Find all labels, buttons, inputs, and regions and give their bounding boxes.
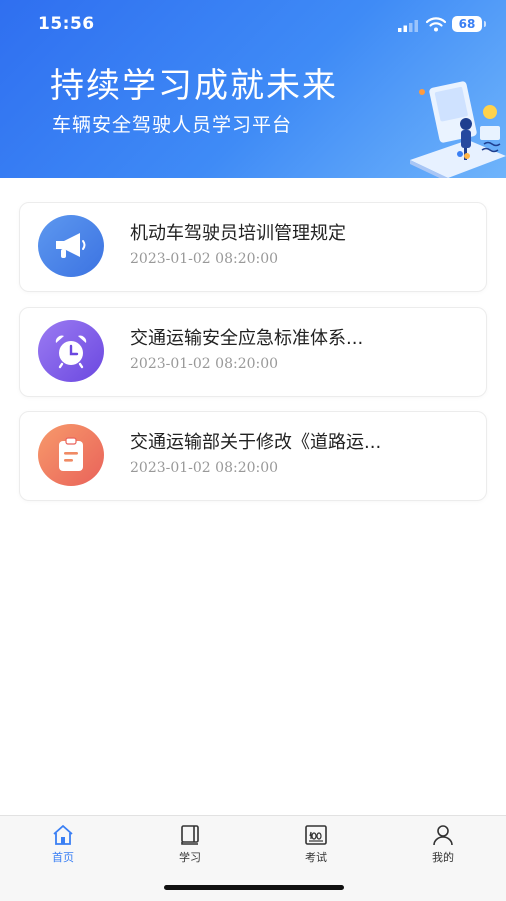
tab-study[interactable]: 学习: [160, 824, 220, 865]
wifi-icon: [426, 17, 446, 32]
tab-home[interactable]: 首页: [33, 824, 93, 865]
tab-exam-label: 考试: [305, 851, 327, 864]
megaphone-icon: [38, 215, 104, 277]
tab-mine-label: 我的: [432, 851, 454, 864]
item-title: 交通运输安全应急标准体系...: [130, 328, 364, 349]
header-banner: 15:56 68 持续学习成就未来 车辆安全驾驶人员学习平台: [0, 0, 506, 178]
alarm-clock-icon: [38, 320, 104, 382]
battery-indicator: 68: [452, 16, 482, 32]
book-icon: [181, 825, 199, 845]
header-title: 持续学习成就未来: [50, 66, 338, 106]
tab-exam[interactable]: 考试: [286, 824, 346, 865]
home-icon: [53, 825, 73, 845]
item-title: 机动车驾驶员培训管理规定: [130, 223, 346, 244]
status-bar: 15:56 68: [0, 0, 506, 48]
exam-icon: [305, 825, 327, 845]
list-item[interactable]: 交通运输部关于修改《道路运... 2023-01-02 08:20:00: [19, 411, 487, 501]
item-date: 2023-01-02 08:20:00: [130, 356, 279, 372]
list-item[interactable]: 交通运输安全应急标准体系... 2023-01-02 08:20:00: [19, 307, 487, 397]
study-illustration: [410, 81, 506, 178]
user-icon: [433, 825, 453, 846]
status-time: 15:56: [38, 14, 95, 34]
tab-study-label: 学习: [179, 851, 201, 864]
item-date: 2023-01-02 08:20:00: [130, 460, 279, 476]
home-indicator: [164, 885, 344, 890]
tab-home-label: 首页: [52, 851, 74, 864]
list-item[interactable]: 机动车驾驶员培训管理规定 2023-01-02 08:20:00: [19, 202, 487, 292]
clipboard-icon: [38, 424, 104, 486]
header-subtitle: 车辆安全驾驶人员学习平台: [52, 114, 293, 136]
tab-mine[interactable]: 我的: [413, 824, 473, 865]
item-title: 交通运输部关于修改《道路运...: [130, 432, 382, 453]
item-date: 2023-01-02 08:20:00: [130, 251, 279, 267]
battery-tip: [484, 21, 486, 27]
signal-icon: [398, 20, 418, 32]
